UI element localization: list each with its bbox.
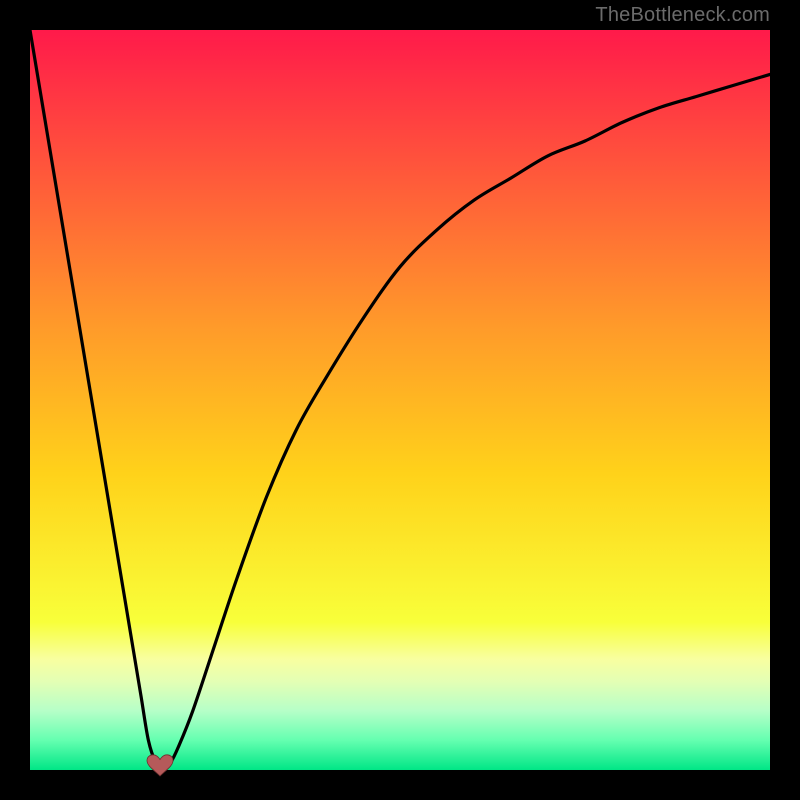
chart-frame: TheBottleneck.com bbox=[0, 0, 800, 800]
plot-area bbox=[30, 30, 770, 770]
watermark-text: TheBottleneck.com bbox=[595, 4, 770, 27]
plot-background bbox=[30, 30, 770, 770]
plot-svg bbox=[30, 30, 770, 770]
